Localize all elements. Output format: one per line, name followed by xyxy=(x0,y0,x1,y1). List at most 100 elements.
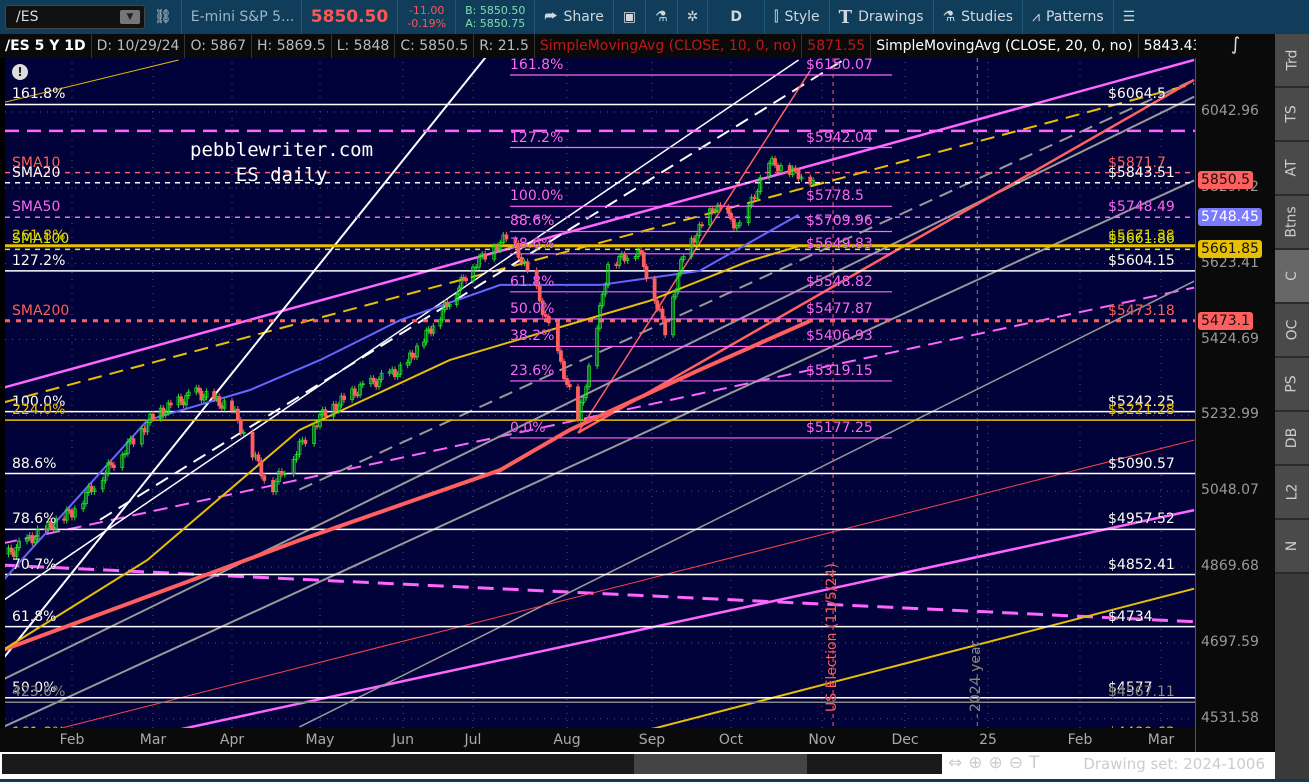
side-tab-btns[interactable]: Btns xyxy=(1275,196,1309,250)
sma10-value: 5871.55 xyxy=(802,34,872,58)
patterns-button[interactable]: ⩘ Patterns xyxy=(1023,0,1114,34)
side-tab-trd[interactable]: Trd xyxy=(1275,34,1309,88)
bar-low: L: 5848 xyxy=(332,34,396,58)
sma20-study[interactable]: SimpleMovingAvg (CLOSE, 20, 0, no) xyxy=(871,34,1139,58)
candle xyxy=(663,318,668,336)
change-value: -11.00 xyxy=(408,4,445,17)
candle xyxy=(567,384,572,388)
candle xyxy=(540,300,545,315)
price-bubble: 5473.1 xyxy=(1198,311,1253,330)
share-button[interactable]: ⮫ Share xyxy=(535,0,614,34)
candle xyxy=(718,204,723,208)
side-tab-l2[interactable]: L2 xyxy=(1275,466,1309,520)
studies-label: Studies xyxy=(961,9,1014,25)
candle xyxy=(410,352,415,357)
bottom-bar: ⇔⊕⊕⊖T Drawing set: 2024-1006 xyxy=(0,752,1275,779)
last-price: 5850.50 xyxy=(302,0,399,34)
zoom-in-icon[interactable]: ⊕ xyxy=(989,753,1009,773)
candle-icon: ⫿ xyxy=(774,9,779,25)
watermark: pebblewriter.com ES daily xyxy=(190,138,373,188)
zoom-out-icon[interactable]: ⊖ xyxy=(1009,753,1029,773)
candle xyxy=(513,238,518,244)
bar-close: C: 5850.5 xyxy=(395,34,475,58)
price-bubble: 5850.5 xyxy=(1198,171,1253,190)
candle xyxy=(543,314,548,317)
text-icon[interactable]: T xyxy=(1029,753,1045,773)
price-axis-label: 6042.96 xyxy=(1201,103,1259,119)
candle xyxy=(504,234,509,240)
price-axis-label: 4531.58 xyxy=(1201,709,1259,726)
candle xyxy=(48,520,53,528)
candle xyxy=(700,224,704,227)
style-button[interactable]: ⫿ Style xyxy=(765,0,830,34)
side-tab-n[interactable]: N xyxy=(1275,520,1309,574)
side-tab-oc[interactable]: OC xyxy=(1275,304,1309,358)
watermark-subtitle: ES daily xyxy=(235,164,328,186)
drawings-label: Drawings xyxy=(858,9,924,25)
flask-button[interactable]: ⚗ xyxy=(646,0,678,34)
candle xyxy=(323,409,328,417)
side-tab-label: L2 xyxy=(1284,483,1300,501)
crosshair-icon[interactable]: ⊕ xyxy=(968,753,988,773)
price-bubble: 5661.85 xyxy=(1198,240,1262,259)
candle xyxy=(534,269,539,287)
price-axis-label: 4869.68 xyxy=(1201,558,1259,575)
candle xyxy=(516,242,521,258)
candle xyxy=(652,278,657,302)
side-tab-label: AT xyxy=(1283,159,1300,177)
time-axis[interactable]: Feb Mar Apr May Jun Jul Aug Sep Oct Nov Dec 25 Feb Ma… xyxy=(0,728,1195,752)
chart-header: /ES 5 Y 1D D: 10/29/24 O: 5867 H: 5869.5… xyxy=(0,34,1211,58)
menu-button[interactable]: ☰ xyxy=(1114,0,1145,34)
time-axis-label: Feb xyxy=(59,732,85,748)
share-label: Share xyxy=(563,9,604,25)
side-tab-label: OC xyxy=(1283,319,1300,341)
pan-icon[interactable]: ⇔ xyxy=(948,753,968,773)
price-axis-label: 5424.69 xyxy=(1201,330,1259,347)
horizontal-scrollbar[interactable] xyxy=(2,754,942,774)
time-axis-label: Jun xyxy=(392,732,414,748)
scrollbar-thumb[interactable] xyxy=(634,754,807,774)
side-tab-at[interactable]: AT xyxy=(1275,142,1309,196)
flask-icon: ⚗ xyxy=(655,9,668,25)
sma10-study[interactable]: SimpleMovingAvg (CLOSE, 10, 0, no) xyxy=(535,34,803,58)
drawing-set-label[interactable]: Drawing set: 2024-1006 xyxy=(1083,755,1265,773)
notes-icon: ▣ xyxy=(622,9,637,25)
time-axis-label: Apr xyxy=(219,732,245,748)
patterns-icon: ⩘ xyxy=(1032,9,1040,25)
candle xyxy=(556,322,560,352)
side-tab-c[interactable]: C xyxy=(1275,250,1309,304)
bar-date: D: 10/29/24 xyxy=(92,34,186,58)
side-tab-label: Btns xyxy=(1283,206,1300,238)
symbol-text: /ES xyxy=(16,9,39,25)
candle xyxy=(111,464,116,468)
style-label: Style xyxy=(784,9,820,25)
candle xyxy=(644,266,649,280)
candle xyxy=(131,438,136,445)
toolbar: /ES ▼ ⛓ E-mini S&P 5... 5850.50 -11.00 -0.… xyxy=(0,0,1309,34)
bid: B: 5850.50 xyxy=(465,4,526,17)
settings-button[interactable]: ✲ xyxy=(678,0,709,34)
price-chart[interactable] xyxy=(0,0,1195,728)
side-tab-ps[interactable]: PS xyxy=(1275,358,1309,412)
candle xyxy=(537,285,542,302)
alert-icon[interactable]: ! xyxy=(12,64,28,80)
bar-range: R: 21.5 xyxy=(474,34,535,58)
notes-button[interactable]: ▣ xyxy=(614,0,647,34)
side-tab-label: TS xyxy=(1283,105,1300,123)
price-axis[interactable]: 6042.965829.425623.415424.695232.995048.… xyxy=(1195,34,1275,752)
price-axis-label: 4697.59 xyxy=(1201,633,1259,650)
link-icon[interactable]: ⛓ xyxy=(145,0,182,34)
period-button[interactable]: D xyxy=(708,0,765,34)
candle xyxy=(238,419,243,434)
symbol-selector[interactable]: /ES ▼ xyxy=(5,5,145,29)
side-tab-ts[interactable]: TS xyxy=(1275,88,1309,142)
study-toggle-icon[interactable]: ∫ xyxy=(1196,34,1275,58)
gear-icon: ✲ xyxy=(686,9,699,25)
candle xyxy=(559,350,563,362)
studies-button[interactable]: ⚗ Studies xyxy=(934,0,1024,34)
candle xyxy=(729,212,733,220)
drawings-button[interactable]: T Drawings xyxy=(830,0,934,34)
candle xyxy=(660,308,665,320)
side-tab-db[interactable]: DB xyxy=(1275,412,1309,466)
side-tab-label: PS xyxy=(1284,375,1300,393)
